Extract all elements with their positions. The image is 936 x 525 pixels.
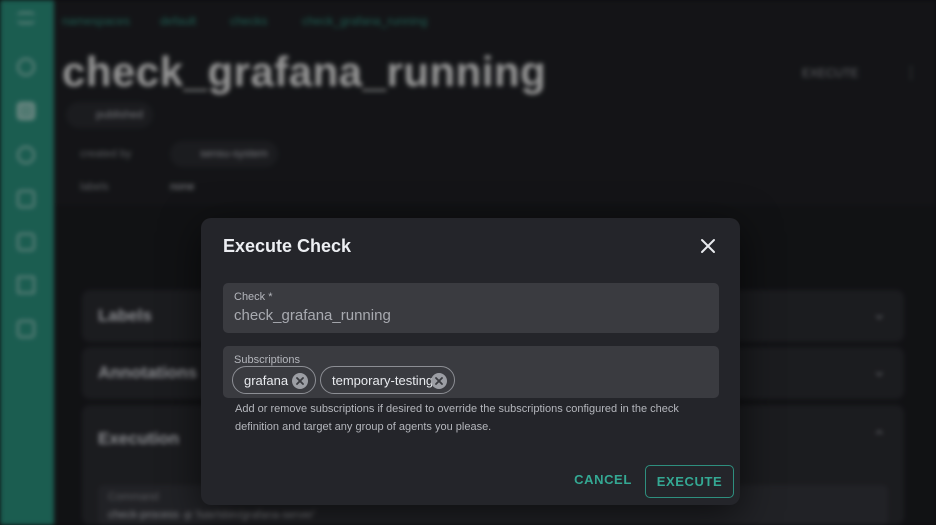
chip-remove-icon[interactable]: [292, 373, 308, 389]
dialog-title: Execute Check: [223, 236, 352, 256]
subscriptions-field[interactable]: Subscriptions grafana temporary-testing: [223, 346, 719, 398]
check-field-label: Check *: [234, 291, 273, 303]
check-field-value: check_grafana_running: [234, 307, 391, 324]
close-icon[interactable]: [698, 236, 718, 256]
execute-button[interactable]: EXECUTE: [645, 465, 734, 498]
app: namespaces default checks check_grafana_…: [0, 0, 936, 525]
execute-check-dialog: Execute Check Check * check_grafana_runn…: [201, 218, 740, 505]
subscription-chip-label: temporary-testing: [332, 373, 434, 388]
cancel-button[interactable]: CANCEL: [569, 470, 637, 490]
subscription-chip-label: grafana: [244, 373, 289, 388]
subscriptions-field-label: Subscriptions: [234, 354, 301, 366]
subscription-chip[interactable]: temporary-testing: [320, 366, 455, 394]
chip-remove-icon[interactable]: [431, 373, 447, 389]
subscription-chip[interactable]: grafana: [232, 366, 316, 394]
check-field[interactable]: Check * check_grafana_running: [223, 283, 719, 333]
subscriptions-helper-text: Add or remove subscriptions if desired t…: [235, 403, 679, 433]
